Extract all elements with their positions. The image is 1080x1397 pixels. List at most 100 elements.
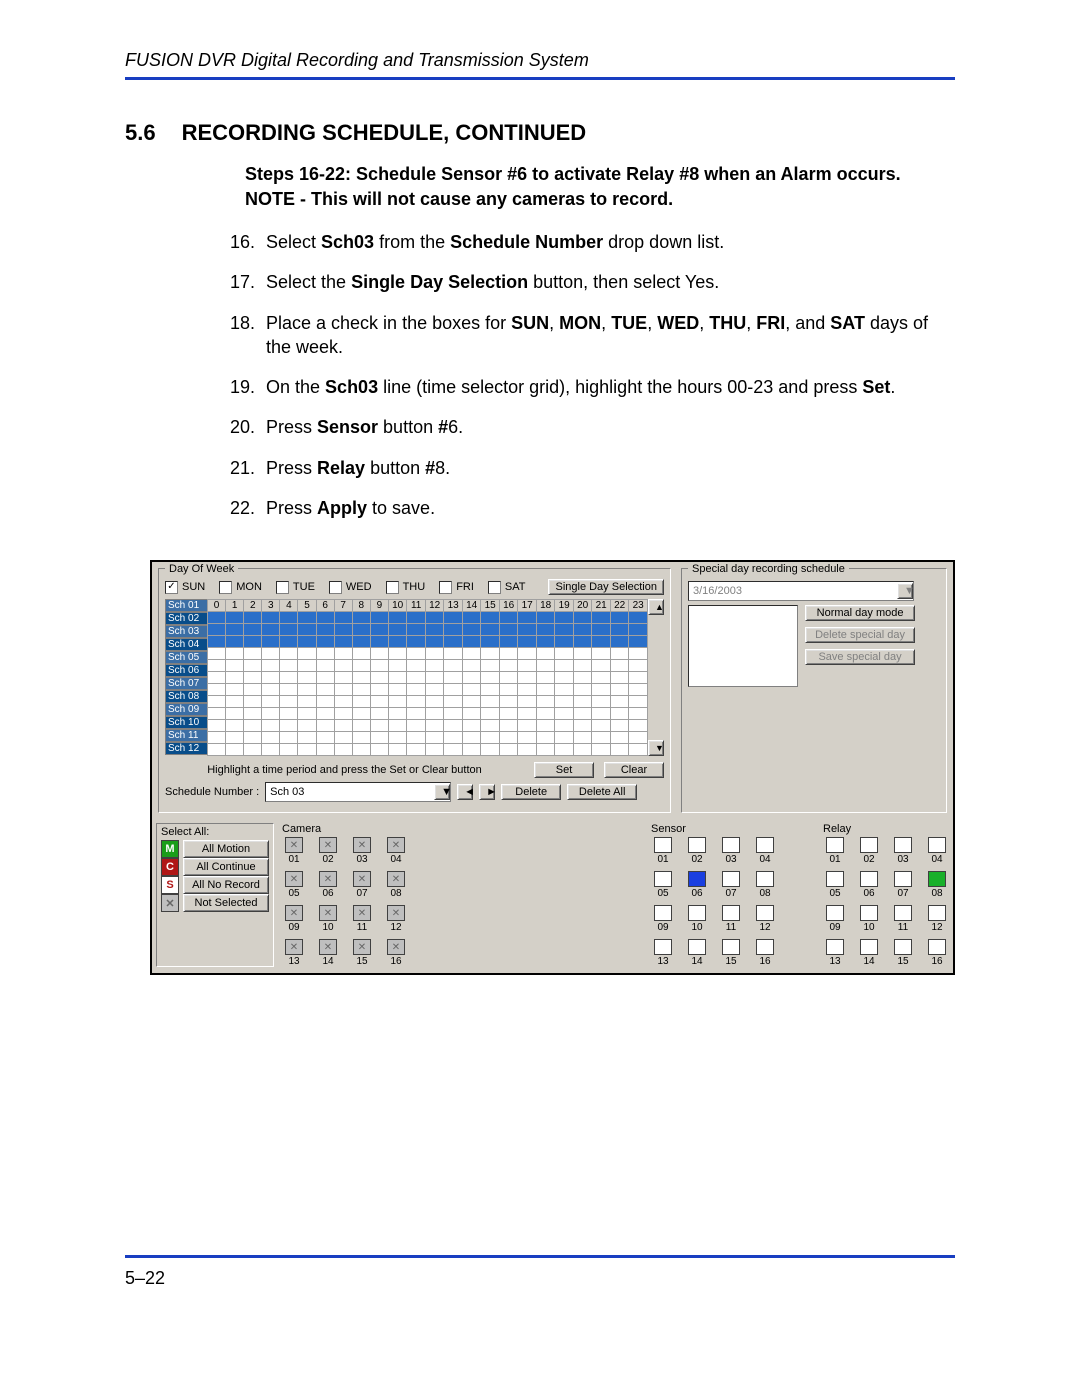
schedule-row-label[interactable]: Sch 07 [165,677,207,690]
grid-cell[interactable] [555,708,574,720]
grid-cell[interactable] [573,636,592,648]
grid-cell[interactable] [388,648,407,660]
grid-cell[interactable] [555,660,574,672]
grid-cell[interactable] [629,684,648,696]
clear-button[interactable]: Clear [604,762,664,778]
grid-cell[interactable] [298,744,316,756]
special-day-listbox[interactable] [688,605,798,687]
camera-button-03[interactable]: ✕ [353,837,371,853]
camera-button-09[interactable]: ✕ [285,905,303,921]
grid-cell[interactable] [298,660,316,672]
grid-cell[interactable] [629,672,648,684]
grid-cell[interactable] [316,648,334,660]
grid-cell[interactable] [352,684,370,696]
grid-cell[interactable] [518,612,537,624]
relay-button-08[interactable] [928,871,946,887]
grid-cell[interactable] [444,672,463,684]
grid-cell[interactable] [316,720,334,732]
grid-cell[interactable] [481,636,500,648]
grid-cell[interactable] [573,684,592,696]
grid-cell[interactable] [316,708,334,720]
grid-cell[interactable] [555,744,574,756]
grid-cell[interactable] [370,624,388,636]
relay-button-12[interactable] [928,905,946,921]
grid-cell[interactable] [298,696,316,708]
grid-cell[interactable] [462,720,481,732]
grid-cell[interactable] [316,744,334,756]
relay-button-09[interactable] [826,905,844,921]
sensor-button-08[interactable] [756,871,774,887]
all-motion-button[interactable]: All Motion [183,840,269,858]
grid-cell[interactable] [573,612,592,624]
grid-cell[interactable] [425,636,444,648]
day-checkbox-thu[interactable] [386,581,399,594]
grid-cell[interactable] [352,744,370,756]
relay-button-11[interactable] [894,905,912,921]
grid-cell[interactable] [262,684,280,696]
grid-cell[interactable] [629,696,648,708]
relay-button-03[interactable] [894,837,912,853]
grid-cell[interactable] [444,684,463,696]
grid-cell[interactable] [499,696,518,708]
grid-cell[interactable] [334,708,352,720]
grid-cell[interactable] [536,732,555,744]
grid-cell[interactable] [316,624,334,636]
schedule-grid[interactable]: 01234567891011121314151617181920212223 [207,599,648,756]
scroll-up-icon[interactable]: ▲ [648,599,664,615]
grid-cell[interactable] [262,696,280,708]
grid-cell[interactable] [499,732,518,744]
grid-cell[interactable] [499,636,518,648]
grid-cell[interactable] [388,708,407,720]
day-checkbox-fri[interactable] [439,581,452,594]
grid-cell[interactable] [370,612,388,624]
grid-cell[interactable] [407,612,425,624]
grid-cell[interactable] [388,720,407,732]
day-checkbox-sat[interactable] [488,581,501,594]
schedule-prev-icon[interactable]: ◄ [457,784,473,800]
grid-cell[interactable] [226,636,244,648]
grid-cell[interactable] [444,648,463,660]
grid-cell[interactable] [226,648,244,660]
grid-cell[interactable] [592,612,611,624]
grid-cell[interactable] [208,744,226,756]
grid-cell[interactable] [388,744,407,756]
grid-cell[interactable] [462,636,481,648]
grid-cell[interactable] [462,696,481,708]
grid-cell[interactable] [629,624,648,636]
sensor-button-03[interactable] [722,837,740,853]
grid-cell[interactable] [629,732,648,744]
grid-cell[interactable] [226,672,244,684]
grid-cell[interactable] [352,648,370,660]
grid-cell[interactable] [462,672,481,684]
grid-cell[interactable] [226,696,244,708]
grid-cell[interactable] [352,720,370,732]
grid-cell[interactable] [444,720,463,732]
grid-cell[interactable] [425,684,444,696]
grid-cell[interactable] [244,696,262,708]
grid-cell[interactable] [262,636,280,648]
grid-cell[interactable] [536,696,555,708]
grid-cell[interactable] [388,612,407,624]
grid-cell[interactable] [610,660,629,672]
grid-cell[interactable] [407,660,425,672]
relay-button-14[interactable] [860,939,878,955]
camera-button-08[interactable]: ✕ [387,871,405,887]
grid-cell[interactable] [555,720,574,732]
grid-cell[interactable] [518,732,537,744]
schedule-row-label[interactable]: Sch 11 [165,729,207,742]
grid-cell[interactable] [462,612,481,624]
grid-cell[interactable] [262,660,280,672]
relay-button-06[interactable] [860,871,878,887]
camera-button-12[interactable]: ✕ [387,905,405,921]
grid-cell[interactable] [592,648,611,660]
single-day-selection-button[interactable]: Single Day Selection [548,579,664,595]
grid-cell[interactable] [481,684,500,696]
relay-button-16[interactable] [928,939,946,955]
grid-cell[interactable] [334,636,352,648]
set-button[interactable]: Set [534,762,594,778]
grid-cell[interactable] [555,624,574,636]
grid-cell[interactable] [610,624,629,636]
grid-cell[interactable] [352,660,370,672]
grid-cell[interactable] [208,612,226,624]
sensor-button-16[interactable] [756,939,774,955]
